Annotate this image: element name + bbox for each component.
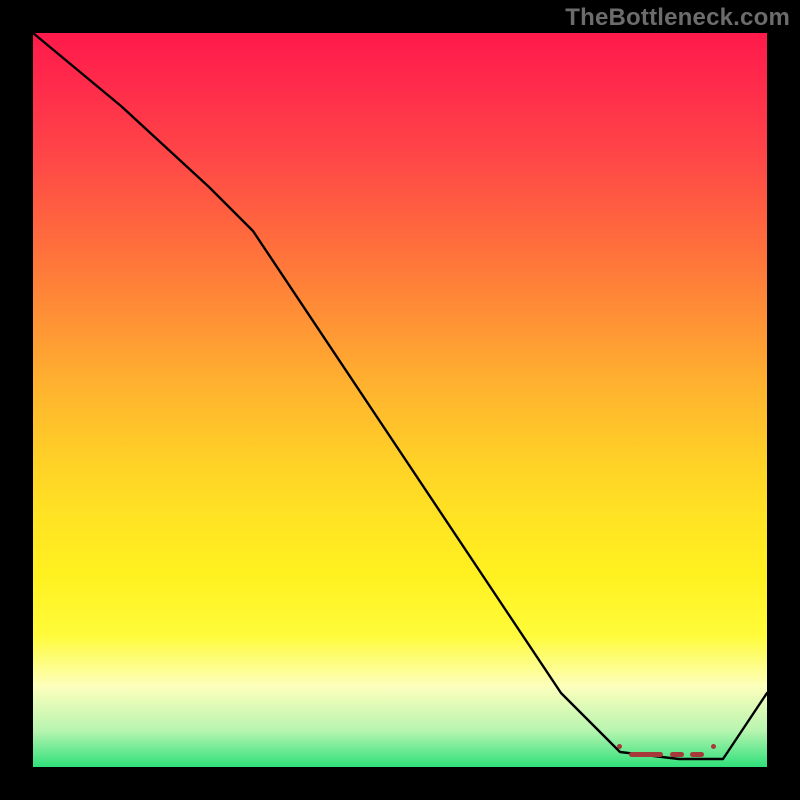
watermark-text: TheBottleneck.com	[565, 4, 790, 32]
chart-frame: TheBottleneck.com	[0, 0, 800, 800]
plot-background-gradient	[33, 33, 767, 767]
